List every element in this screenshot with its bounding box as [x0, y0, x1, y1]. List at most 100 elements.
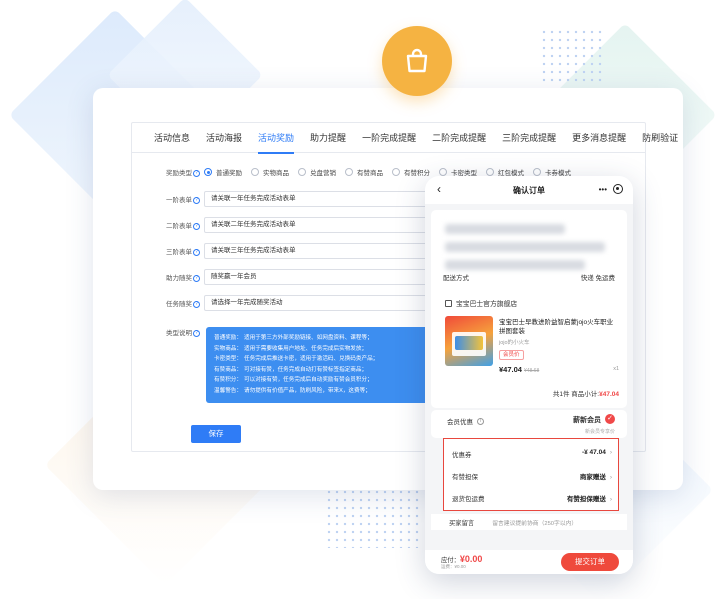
product-quantity: x1: [613, 366, 619, 372]
address-card-blurred[interactable]: [431, 210, 627, 300]
stage2-form-input[interactable]: 请关联二年任务完成活动表单: [204, 217, 444, 233]
member-price-tag: 会员价: [499, 350, 524, 360]
product-name[interactable]: 宝宝巴士早教进阶益智启蒙jojo火车职业拼图套装: [499, 318, 617, 336]
note-value: 可以对接有赞，任务完成后自动奖励有赞会员积分；: [244, 377, 373, 383]
guarantee-row[interactable]: 有赞担保 商家赠送 ›: [452, 471, 612, 481]
tab-anti-fraud[interactable]: 防刷验证: [634, 123, 686, 153]
submit-order-button[interactable]: 提交订单: [561, 553, 619, 571]
task-reward-row: 任务随奖? 请选择一年完成随奖活动: [132, 295, 444, 311]
tab-bar: 活动信息 活动海报 活动奖励 助力提醒 一阶完成提醒 二阶完成提醒 三阶完成提醒…: [132, 123, 678, 154]
tab-more-reminders[interactable]: 更多消息提醒: [564, 123, 634, 153]
tab-activity-info[interactable]: 活动信息: [146, 123, 198, 153]
note-value: 任务完成后推送卡密，适用于激活码、兑换码类产品；: [244, 356, 379, 362]
product-price: ¥47.04 ¥48.68: [499, 365, 539, 374]
phone-header: ‹ 确认订单 •••: [425, 176, 633, 204]
tab-activity-poster[interactable]: 活动海报: [198, 123, 250, 153]
note-line: 温馨警告： 请勿提供有价值产品，防刷风险，带来X，这费等；: [214, 386, 446, 397]
note-line: 普通奖励： 适用于第三方外部奖励链接、如网盘资料、课程等；: [214, 333, 446, 344]
product-sku: jojo的小火车: [499, 340, 530, 346]
tab-stage2-reminder[interactable]: 二阶完成提醒: [424, 123, 494, 153]
radio-marketing[interactable]: 兑盘营销: [298, 167, 336, 177]
help-icon[interactable]: ?: [193, 300, 200, 308]
page-title: 确认订单: [513, 185, 545, 195]
check-icon[interactable]: ✓: [605, 414, 615, 424]
more-icon[interactable]: •••: [599, 185, 607, 194]
field-label-text: 类型说明: [166, 330, 192, 337]
radio-normal-reward[interactable]: 普通奖励: [204, 167, 242, 177]
radio-physical-goods[interactable]: 实物商品: [251, 167, 289, 177]
tab-stage1-reminder[interactable]: 一阶完成提醒: [354, 123, 424, 153]
option-label: 优惠券: [452, 452, 472, 459]
shipping-row[interactable]: 配送方式 快递 免运费: [443, 272, 615, 282]
save-button[interactable]: 保存: [191, 425, 241, 443]
note-label: 买家留言: [449, 519, 475, 527]
stage1-form-input[interactable]: 请关联一年任务完成活动表单: [204, 191, 444, 207]
tab-help-reminder[interactable]: 助力提醒: [302, 123, 354, 153]
stage3-form-input[interactable]: 请关联三年任务完成活动表单: [204, 243, 444, 259]
tab-activity-reward[interactable]: 活动奖励: [250, 123, 302, 154]
radio-youzan-goods[interactable]: 有赞商品: [345, 167, 383, 177]
note-key: 实物商品：: [214, 345, 242, 352]
option-value: 有赞担保赠送: [566, 496, 606, 503]
coupon-row[interactable]: 优惠券 -¥ 47.04 ›: [452, 449, 612, 459]
product-image[interactable]: [445, 316, 493, 366]
radio-label: 有赞商品: [357, 170, 383, 177]
field-label: 二阶表单?: [132, 220, 204, 230]
task-reward-input[interactable]: 请选择一年完成随奖活动: [204, 295, 444, 311]
field-label-text: 三阶表单: [166, 249, 192, 256]
shopping-bag-icon: [382, 26, 452, 96]
radio-unchecked-icon: [439, 168, 447, 176]
decor-dots: [540, 28, 604, 84]
option-value: -¥ 47.04: [581, 449, 606, 456]
info-icon[interactable]: i: [477, 417, 484, 425]
chevron-right-icon: ›: [609, 474, 612, 481]
stage: 活动信息 活动海报 活动奖励 助力提醒 一阶完成提醒 二阶完成提醒 三阶完成提醒…: [0, 0, 724, 599]
tab-stage3-reminder[interactable]: 三阶完成提醒: [494, 123, 564, 153]
radio-label: 实物商品: [263, 170, 289, 177]
help-icon[interactable]: ?: [193, 248, 200, 256]
help-icon[interactable]: ?: [193, 274, 200, 282]
shop-name[interactable]: 宝宝巴士官方旗舰店: [445, 298, 517, 308]
subtotal-label: 共1件 商品小计:: [552, 391, 600, 398]
note-value: 请勿提供有价值产品，防刷风险，带来X，这费等；: [244, 387, 371, 394]
member-discount-row[interactable]: 会员优惠 i 薪新会员 ✓ 新会员专享价: [431, 410, 627, 438]
return-shipping-row[interactable]: 退货包运费 有赞担保赠送 ›: [452, 493, 612, 503]
product-box-art: [455, 336, 483, 350]
chevron-right-icon: ›: [609, 449, 612, 456]
field-label: 一阶表单?: [132, 194, 204, 204]
stage3-form-row: 三阶表单? 请关联三年任务完成活动表单: [132, 243, 444, 259]
member-value: 薪新会员: [573, 417, 601, 424]
price-value: ¥47.04: [499, 365, 522, 374]
shop-name-text: 宝宝巴士官方旗舰店: [456, 301, 518, 308]
subtotal: 共1件 商品小计:¥47.04: [553, 388, 619, 398]
back-arrow-icon[interactable]: ‹: [437, 182, 441, 196]
help-icon[interactable]: ?: [193, 222, 200, 230]
note-value: 适用于需要收集用户地址、任务完成后实物发放；: [244, 345, 368, 352]
mini-program-capsule: •••: [599, 184, 623, 194]
buyer-note-row[interactable]: 买家留言 留言建议提前协商（250字以内）: [431, 514, 627, 530]
note-line: 卡密类型： 任务完成后推送卡密，适用于激活码、兑换码类产品；: [214, 354, 446, 365]
help-icon[interactable]: ?: [193, 329, 200, 337]
note-line: 有赞商品： 可对接有赞，任务完成自动打有赞标签指定商品；: [214, 365, 446, 376]
stage1-form-row: 一阶表单? 请关联一年任务完成活动表单: [132, 191, 444, 207]
note-value: 可对接有赞，任务完成自动打有赞标签指定商品；: [244, 366, 368, 373]
radio-unchecked-icon: [298, 168, 306, 176]
note-key: 温馨警告：: [214, 387, 242, 394]
reward-type-label: 奖励类型?: [132, 167, 204, 177]
help-icon[interactable]: ?: [193, 169, 200, 177]
radio-label: 普通奖励: [216, 170, 242, 177]
subtotal-value: ¥47.04: [599, 391, 619, 398]
radio-unchecked-icon: [345, 168, 353, 176]
total-label: 应付：: [441, 557, 460, 564]
stage2-form-row: 二阶表单? 请关联二年任务完成活动表单: [132, 217, 444, 233]
blurred-text: [445, 242, 605, 252]
decor-dots: [325, 488, 421, 548]
help-reward-input[interactable]: 随奖赢一年会员: [204, 269, 444, 285]
radio-checked-icon: [204, 168, 212, 176]
blurred-text: [445, 224, 565, 234]
close-circle-icon[interactable]: [613, 184, 623, 194]
help-icon[interactable]: ?: [193, 196, 200, 204]
field-label-text: 任务随奖: [166, 301, 192, 308]
note-key: 有赞商品：: [214, 366, 242, 373]
member-label-text: 会员优惠: [447, 419, 473, 426]
